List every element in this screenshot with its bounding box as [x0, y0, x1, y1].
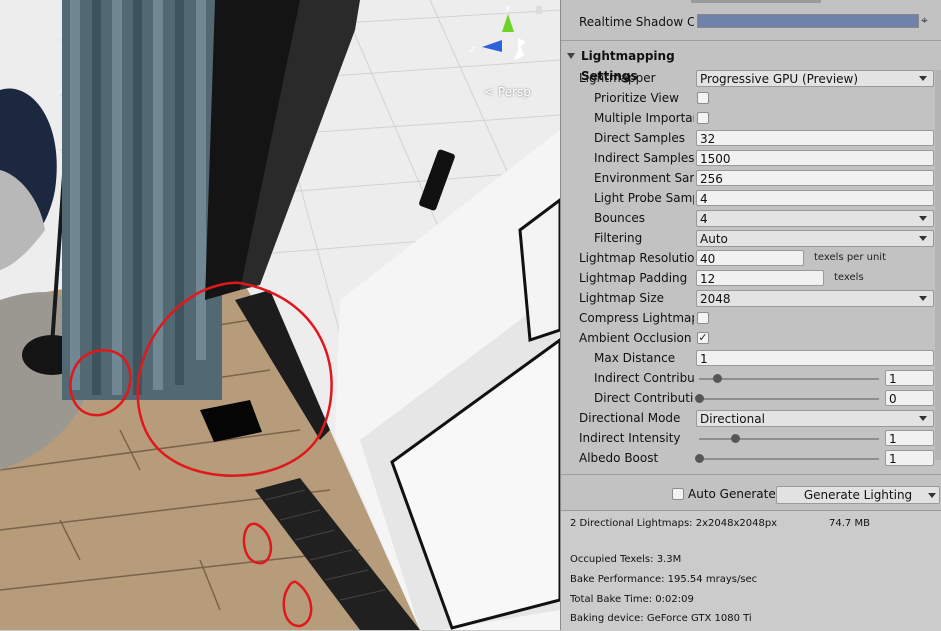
scene-render — [0, 0, 560, 630]
albedo-boost-field[interactable]: 1 — [885, 450, 934, 466]
prioritize-view-checkbox[interactable] — [697, 92, 709, 104]
gizmo-y-label: y — [505, 3, 511, 13]
chevron-down-icon — [919, 416, 927, 421]
compress-lightmaps-label: Compress Lightmaps — [579, 311, 694, 325]
lightmap-resolution-field[interactable]: 40 — [696, 250, 804, 266]
lightmapper-label: Lightmapper — [579, 71, 656, 85]
indirect-intensity-slider[interactable] — [699, 438, 879, 440]
ambient-occlusion-checkbox[interactable]: ✓ — [697, 332, 709, 344]
max-distance-field[interactable]: 1 — [696, 350, 934, 366]
stat-bake-time: Total Bake Time: 0:02:09 — [570, 594, 694, 605]
tab-strip — [691, 0, 821, 3]
checkmark-icon: ✓ — [698, 331, 708, 344]
chevron-down-icon[interactable] — [928, 493, 936, 498]
compress-lightmaps-checkbox[interactable] — [697, 312, 709, 324]
indirect-contribution-field[interactable]: 1 — [885, 370, 934, 386]
light-probe-samples-field[interactable]: 4 — [696, 190, 934, 206]
lightmapper-dropdown[interactable]: Progressive GPU (Preview) — [696, 70, 934, 87]
lighting-inspector: Realtime Shadow Co ⌖ Lightmapping Settin… — [560, 0, 941, 631]
direct-contribution-field[interactable]: 0 — [885, 390, 934, 406]
multiple-importance-label: Multiple Importance — [594, 111, 694, 125]
environment-samples-label: Environment Samples — [594, 171, 694, 185]
max-distance-label: Max Distance — [594, 351, 676, 365]
stat-baking-device: Baking device: GeForce GTX 1080 Ti — [570, 613, 752, 624]
indirect-intensity-label: Indirect Intensity — [579, 431, 681, 445]
lightmap-resolution-unit: texels per unit — [814, 252, 886, 263]
chevron-down-icon — [919, 236, 927, 241]
inspector-scrollbar[interactable] — [935, 70, 941, 460]
albedo-boost-label: Albedo Boost — [579, 451, 659, 465]
filtering-dropdown[interactable]: Auto — [696, 230, 934, 247]
indirect-contribution-label: Indirect Contribution — [594, 371, 694, 385]
direct-samples-field[interactable]: 32 — [696, 130, 934, 146]
realtime-shadow-label: Realtime Shadow Co — [579, 15, 694, 29]
stat-bake-performance: Bake Performance: 195.54 mrays/sec — [570, 574, 758, 585]
lightmap-padding-label: Lightmap Padding — [579, 271, 688, 285]
orientation-gizmo-icon[interactable]: y z — [468, 2, 548, 78]
bounces-dropdown[interactable]: 4 — [696, 210, 934, 227]
generate-lighting-label: Generate Lighting — [803, 488, 913, 502]
lightmap-size-label: Lightmap Size — [579, 291, 665, 305]
filtering-label: Filtering — [594, 231, 643, 245]
lightmap-resolution-label: Lightmap Resolution — [579, 251, 694, 265]
indirect-samples-field[interactable]: 1500 — [696, 150, 934, 166]
eyedropper-icon[interactable]: ⌖ — [921, 13, 928, 28]
direct-samples-label: Direct Samples — [594, 131, 685, 145]
bounces-label: Bounces — [594, 211, 646, 225]
chevron-down-icon — [919, 76, 927, 81]
auto-generate-checkbox[interactable] — [672, 488, 684, 500]
chevron-down-icon — [919, 216, 927, 221]
shadow-color-swatch[interactable] — [697, 14, 919, 28]
lightmapping-settings-header[interactable]: Lightmapping Settings — [561, 46, 941, 83]
lightmap-size-dropdown[interactable]: 2048 — [696, 290, 934, 307]
environment-samples-field[interactable]: 256 — [696, 170, 934, 186]
direct-contribution-slider[interactable] — [699, 398, 879, 400]
stat-lightmaps: 2 Directional Lightmaps: 2x2048x2048px — [570, 518, 778, 529]
stat-occupied-texels: Occupied Texels: 3.3M — [570, 554, 682, 565]
bake-stats-panel: 2 Directional Lightmaps: 2x2048x2048px 7… — [561, 510, 941, 631]
indirect-contribution-slider[interactable] — [699, 378, 879, 380]
albedo-boost-slider[interactable] — [699, 458, 879, 460]
gizmo-z-label: z — [470, 45, 475, 55]
direct-contribution-label: Direct Contribution — [594, 391, 694, 405]
multiple-importance-checkbox[interactable] — [697, 112, 709, 124]
prioritize-view-label: Prioritize View — [594, 91, 679, 105]
scene-view[interactable]: y z < Persp — [0, 0, 560, 630]
lightmap-padding-unit: texels — [834, 272, 864, 283]
chevron-down-icon — [919, 296, 927, 301]
generate-lighting-button[interactable]: Generate Lighting — [776, 486, 940, 504]
directional-mode-label: Directional Mode — [579, 411, 681, 425]
indirect-intensity-field[interactable]: 1 — [885, 430, 934, 446]
ambient-occlusion-label: Ambient Occlusion — [579, 331, 692, 345]
perspective-label[interactable]: < Persp — [484, 85, 531, 99]
stat-size: 74.7 MB — [829, 518, 870, 529]
indirect-contribution-handle[interactable] — [713, 374, 722, 383]
indirect-intensity-handle[interactable] — [731, 434, 740, 443]
foldout-icon — [567, 53, 575, 59]
indirect-samples-label: Indirect Samples — [594, 151, 694, 165]
auto-generate-label: Auto Generate — [688, 487, 776, 501]
directional-mode-dropdown[interactable]: Directional — [696, 410, 934, 427]
lightmap-padding-field[interactable]: 12 — [696, 270, 824, 286]
direct-contribution-handle[interactable] — [695, 394, 704, 403]
light-probe-samples-label: Light Probe Samples — [594, 191, 694, 205]
albedo-boost-handle[interactable] — [695, 454, 704, 463]
